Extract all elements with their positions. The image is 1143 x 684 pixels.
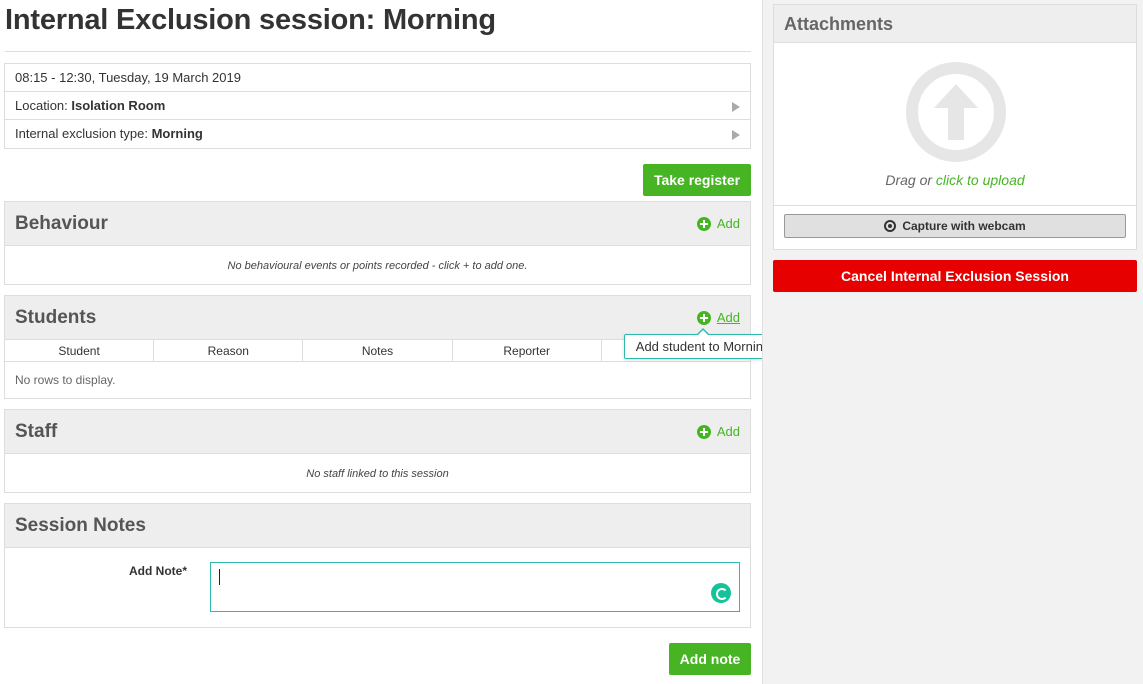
note-textarea[interactable]	[210, 562, 740, 612]
cancel-session-button[interactable]: Cancel Internal Exclusion Session	[773, 260, 1137, 292]
click-to-upload-link[interactable]: click to upload	[936, 172, 1025, 188]
staff-panel: Staff Add No staff linked to this sessio…	[4, 409, 751, 493]
session-notes-title: Session Notes	[15, 515, 146, 536]
session-type[interactable]: Internal exclusion type: Morning	[5, 120, 750, 148]
add-student-button[interactable]: Add	[696, 310, 740, 325]
title-divider	[5, 51, 751, 52]
capture-webcam-button[interactable]: Capture with webcam	[784, 214, 1126, 238]
students-title: Students	[15, 307, 97, 328]
staff-title: Staff	[15, 421, 58, 442]
column-header-student[interactable]: Student	[5, 340, 155, 361]
add-note-label: Add Note*	[129, 564, 187, 578]
attachments-title: Attachments	[784, 14, 894, 34]
staff-header: Staff Add	[5, 410, 750, 454]
behaviour-panel: Behaviour Add No behavioural events or p…	[4, 201, 751, 285]
main-content: Internal Exclusion session: Morning 08:1…	[0, 0, 782, 684]
sidebar: Attachments Drag or click to upload Capt…	[762, 0, 1143, 684]
attachments-header: Attachments	[774, 5, 1136, 43]
behaviour-empty-message: No behavioural events or points recorded…	[227, 260, 528, 272]
upload-arrow-stem	[948, 108, 964, 140]
webcam-label: Capture with webcam	[902, 219, 1026, 233]
text-caret	[219, 569, 220, 585]
behaviour-header: Behaviour Add	[5, 202, 750, 246]
location-value: Isolation Room	[71, 98, 166, 113]
page-title: Internal Exclusion session: Morning	[5, 4, 496, 37]
webcam-icon	[884, 220, 897, 232]
session-notes-panel: Session Notes Add Note*	[4, 503, 751, 628]
type-label: Internal exclusion type:	[15, 126, 152, 141]
expand-arrow-icon[interactable]	[732, 102, 740, 112]
add-staff-button[interactable]: Add	[696, 424, 740, 439]
location-label: Location:	[15, 98, 72, 113]
upload-arrow-icon[interactable]	[906, 62, 1006, 162]
datetime-text: 08:15 - 12:30, Tuesday, 19 March 2019	[15, 70, 241, 85]
students-empty-message: No rows to display.	[15, 373, 116, 387]
upload-dropzone-text: Drag or click to upload	[774, 172, 1136, 188]
column-header-reason[interactable]: Reason	[154, 340, 304, 361]
drag-text: Drag or	[885, 172, 936, 188]
plus-circle-icon	[696, 424, 711, 439]
upload-arrow-head	[934, 84, 978, 108]
plus-circle-icon	[696, 216, 711, 231]
attachments-panel: Attachments Drag or click to upload Capt…	[773, 4, 1137, 250]
add-label: Add	[716, 424, 740, 439]
behaviour-title: Behaviour	[15, 213, 108, 234]
page-title-session: Morning	[382, 4, 496, 36]
add-student-tooltip: Add student to Morning	[624, 328, 782, 359]
type-value: Morning	[151, 126, 203, 141]
session-notes-header: Session Notes	[5, 504, 750, 548]
session-info: 08:15 - 12:30, Tuesday, 19 March 2019 Lo…	[4, 63, 751, 149]
take-register-button[interactable]: Take register	[643, 164, 751, 196]
plus-circle-icon	[696, 310, 711, 325]
column-header-notes[interactable]: Notes	[303, 340, 453, 361]
add-label: Add	[716, 216, 740, 231]
session-datetime: 08:15 - 12:30, Tuesday, 19 March 2019	[5, 64, 750, 92]
staff-empty-message: No staff linked to this session	[306, 468, 449, 480]
attachments-divider	[774, 205, 1136, 206]
session-location[interactable]: Location: Isolation Room	[5, 92, 750, 120]
add-note-button[interactable]: Add note	[669, 643, 751, 675]
add-label: Add	[716, 310, 740, 325]
grammarly-icon[interactable]	[711, 583, 731, 603]
expand-arrow-icon[interactable]	[732, 130, 740, 140]
column-header-reporter[interactable]: Reporter	[453, 340, 602, 361]
add-behaviour-button[interactable]: Add	[696, 216, 740, 231]
page-title-prefix: Internal Exclusion session:	[5, 4, 383, 36]
